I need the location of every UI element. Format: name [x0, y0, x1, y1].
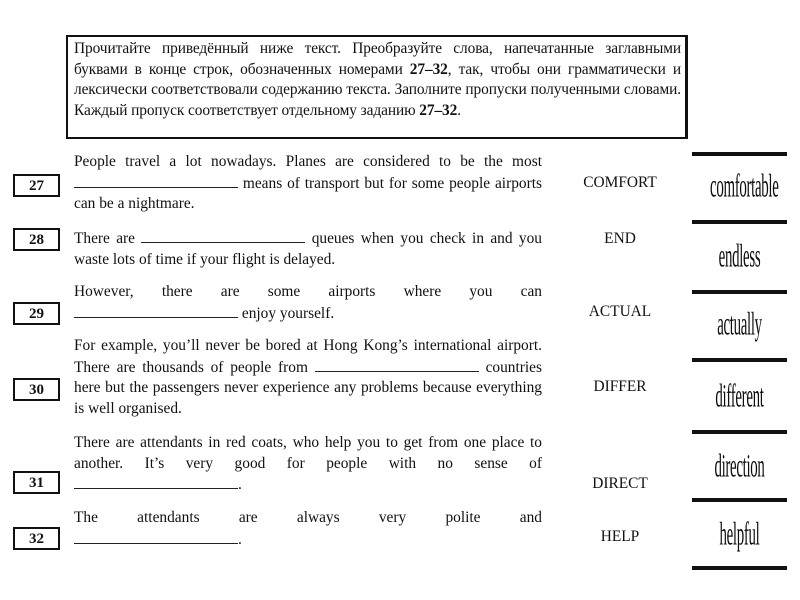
answer-blank[interactable] [314, 357, 479, 372]
answer-word: endless [718, 239, 761, 275]
divider-bar [692, 566, 787, 570]
keyword: COMFORT [583, 174, 657, 191]
task-number-box: 30 [13, 378, 60, 401]
answer-word: different [715, 379, 764, 415]
keyword: DIFFER [593, 378, 647, 395]
answer-word: direction [714, 449, 765, 485]
sentence-before: People travel a lot nowadays. Planes are… [74, 153, 542, 170]
task-sentence: People travel a lot nowadays. Planes are… [74, 152, 542, 215]
task-number-box: 31 [13, 471, 60, 494]
task-number-box: 28 [13, 228, 60, 251]
sentence-after: enjoy yourself. [241, 304, 335, 322]
sentence-after: . [238, 476, 242, 493]
divider-bar [692, 430, 787, 434]
answer-word: actually [717, 307, 762, 343]
sentence-before: The attendants are always very polite an… [74, 509, 542, 526]
task-sentence: However, there are some airports where y… [74, 282, 542, 324]
answer-blank[interactable] [74, 474, 238, 489]
task-number-box: 27 [13, 174, 60, 197]
answer-word: helpful [719, 517, 760, 553]
instructions-text: . [457, 101, 461, 119]
task-sentence: There are queues when you check in and y… [74, 228, 542, 270]
answer-blank[interactable] [74, 303, 238, 318]
divider-bar [692, 358, 787, 362]
answer-word: comfortable [710, 169, 779, 205]
sentence-before: However, there are some airports where y… [74, 283, 542, 300]
task-number-box: 32 [13, 527, 60, 550]
task-sentence: There are attendants in red coats, who h… [74, 433, 542, 496]
answer-blank[interactable] [74, 529, 238, 544]
divider-bar [692, 498, 787, 502]
answer-blank[interactable] [141, 228, 306, 243]
sentence-before: There are attendants in red coats, who h… [74, 434, 542, 472]
task-number-box: 29 [13, 302, 60, 325]
instructions-box: Прочитайте приведённый ниже текст. Преоб… [66, 35, 688, 139]
answer-blank[interactable] [74, 173, 238, 188]
task-sentence: The attendants are always very polite an… [74, 508, 542, 550]
keyword: ACTUAL [588, 303, 652, 320]
divider-bar [692, 152, 787, 156]
keyword: HELP [600, 528, 640, 545]
task-sentence: For example, you’ll never be bored at Ho… [74, 336, 542, 419]
keyword: DIRECT [592, 475, 648, 492]
task-range: 27–32 [419, 101, 458, 119]
sentence-after: . [238, 530, 242, 548]
keyword: END [604, 230, 636, 247]
divider-bar [692, 220, 787, 224]
task-range: 27–32 [409, 60, 448, 78]
sentence-before: There are [74, 230, 135, 247]
divider-bar [692, 290, 787, 294]
